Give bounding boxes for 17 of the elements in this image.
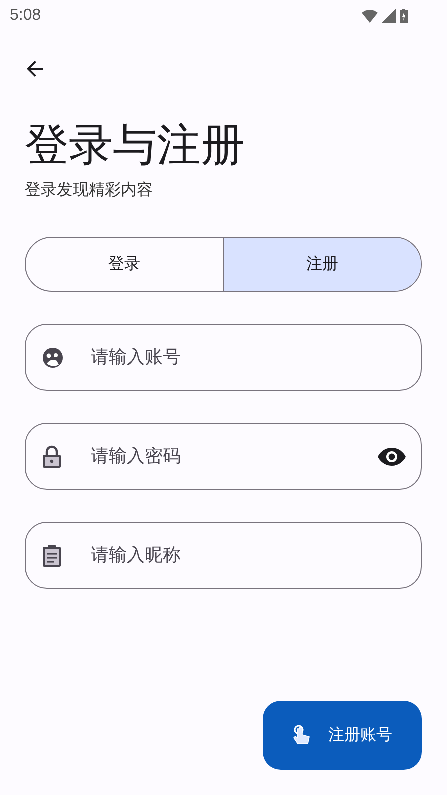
pointing-hand-icon	[292, 724, 310, 746]
page-title: 登录与注册	[25, 119, 246, 173]
status-time: 5:08	[10, 7, 42, 25]
register-button[interactable]: 注册账号	[263, 701, 422, 770]
eye-icon[interactable]	[378, 448, 406, 466]
clipboard-icon	[42, 544, 62, 568]
face-icon	[42, 346, 64, 368]
input-field[interactable]: 请输入账号	[25, 324, 422, 391]
signal-icon	[382, 9, 396, 23]
input-field[interactable]: 请输入密码	[25, 423, 422, 490]
lock-icon	[42, 444, 62, 468]
segment-tab[interactable]: 注册	[223, 238, 421, 291]
wifi-icon	[362, 10, 378, 22]
battery-icon	[400, 9, 408, 23]
page-subtitle: 登录发现精彩内容	[25, 180, 154, 201]
input-field[interactable]: 请输入昵称	[25, 522, 422, 589]
segment-tab[interactable]: 登录	[26, 238, 223, 291]
